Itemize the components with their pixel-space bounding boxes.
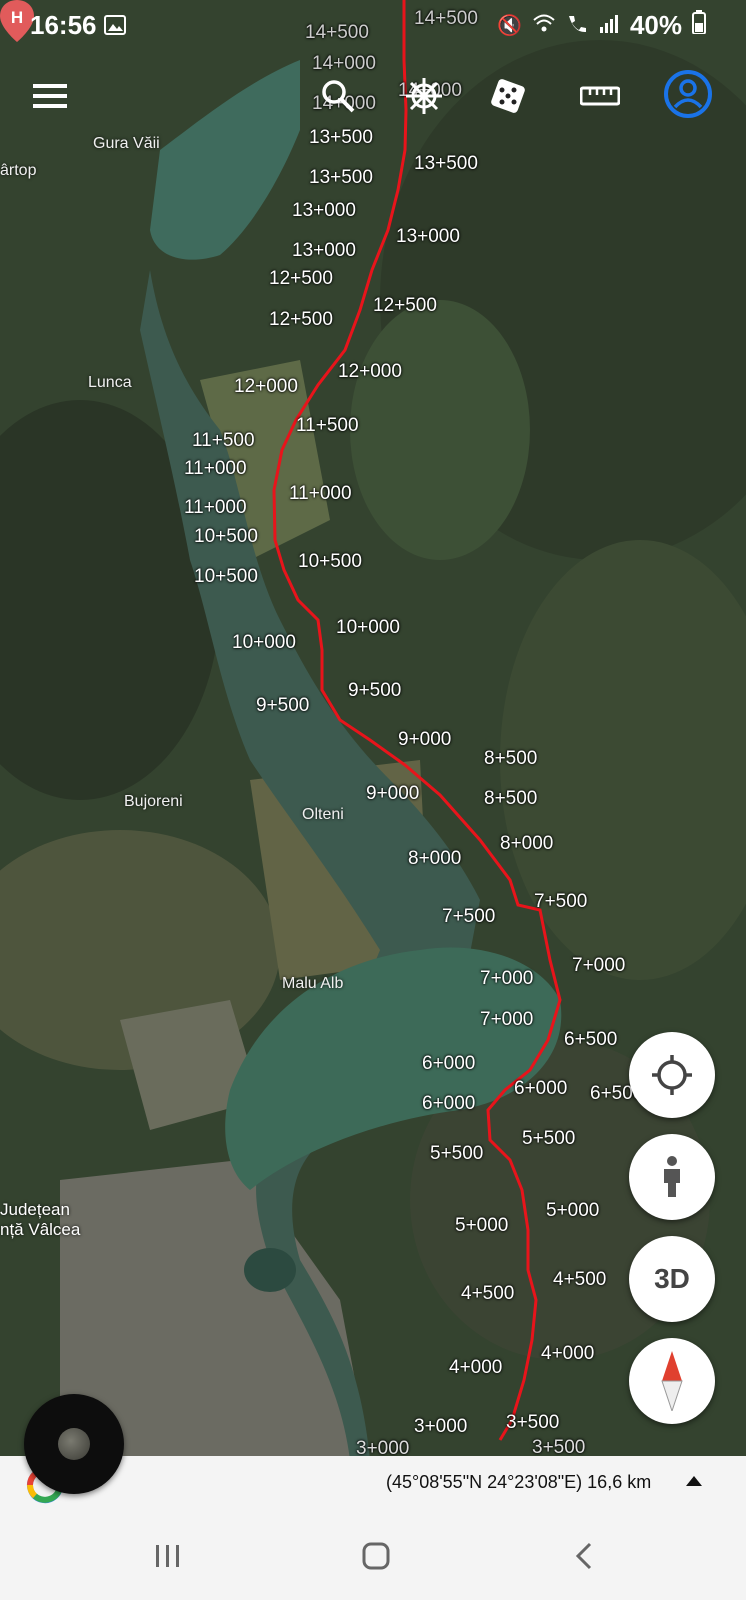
km-label: 5+000 bbox=[455, 1215, 509, 1236]
status-icons: 🔇 40% bbox=[497, 10, 706, 41]
km-label: 7+000 bbox=[480, 1009, 534, 1030]
expand-up-icon[interactable] bbox=[686, 1476, 702, 1486]
km-label: 13+000 bbox=[292, 240, 356, 261]
battery-text: 40% bbox=[629, 10, 682, 40]
km-label: 8+000 bbox=[500, 833, 554, 854]
km-label: 5+500 bbox=[522, 1128, 576, 1149]
coordinates-readout: (45°08'55"N 24°23'08"E) 16,6 km bbox=[386, 1472, 652, 1492]
mute-icon: 🔇 bbox=[497, 15, 522, 37]
km-label: 13+500 bbox=[414, 153, 478, 174]
km-label: 4+000 bbox=[449, 1357, 503, 1378]
km-label: 5+000 bbox=[546, 1200, 600, 1221]
km-label: 10+000 bbox=[336, 617, 400, 638]
dice-icon[interactable] bbox=[486, 74, 530, 118]
km-label: 10+000 bbox=[232, 632, 296, 653]
status-bar: 16:56 🔇 40% bbox=[0, 0, 746, 56]
km-label: 6+000 bbox=[422, 1093, 476, 1114]
km-label: 8+500 bbox=[484, 788, 538, 809]
ruler-icon[interactable] bbox=[578, 74, 622, 118]
ship-wheel-icon[interactable] bbox=[402, 74, 446, 118]
satellite-map[interactable]: 14+500 14+500 14+000 14+000 14+000 13+50… bbox=[0, 0, 746, 1460]
km-label: 7+000 bbox=[572, 955, 626, 976]
street-view-button[interactable] bbox=[629, 1134, 715, 1220]
signal-icon bbox=[598, 13, 620, 39]
navigation-joystick[interactable] bbox=[24, 1394, 124, 1494]
km-label: 4+500 bbox=[461, 1283, 515, 1304]
wifi-calling-icon bbox=[566, 13, 588, 39]
km-label: 12+500 bbox=[269, 309, 333, 330]
km-label: 13+500 bbox=[309, 167, 373, 188]
km-label: 10+500 bbox=[194, 566, 258, 587]
km-label: 10+500 bbox=[194, 526, 258, 547]
km-label: 9+000 bbox=[366, 783, 420, 804]
compass-button[interactable] bbox=[629, 1338, 715, 1424]
km-label: 12+000 bbox=[234, 376, 298, 397]
status-time: 16:56 bbox=[30, 10, 97, 40]
map-toolbar bbox=[0, 60, 746, 130]
km-label: 9+500 bbox=[256, 695, 310, 716]
km-label: 7+000 bbox=[480, 968, 534, 989]
account-icon[interactable] bbox=[662, 68, 714, 120]
km-label: 6+500 bbox=[564, 1029, 618, 1050]
km-label: 13+000 bbox=[396, 226, 460, 247]
km-label: 13+000 bbox=[292, 200, 356, 221]
km-label: 11+000 bbox=[184, 497, 247, 518]
km-label: 12+500 bbox=[269, 268, 333, 289]
person-icon bbox=[664, 1156, 680, 1197]
km-label: 12+500 bbox=[373, 295, 437, 316]
km-label: 12+000 bbox=[338, 361, 402, 382]
joystick-knob[interactable] bbox=[58, 1428, 90, 1460]
menu-icon[interactable] bbox=[28, 74, 72, 118]
system-nav-bar bbox=[0, 1512, 746, 1600]
hospital-label-line2: nță Vâlcea bbox=[0, 1220, 81, 1239]
km-label: 9+500 bbox=[348, 680, 402, 701]
km-label: 9+000 bbox=[398, 729, 452, 750]
map-imagery bbox=[0, 0, 746, 1460]
km-label: 11+500 bbox=[296, 415, 359, 436]
hospital-label: Județean nță Vâlcea bbox=[0, 1200, 80, 1240]
km-label: 11+000 bbox=[289, 483, 352, 504]
km-label: 3+500 bbox=[506, 1412, 560, 1433]
km-label: 7+500 bbox=[442, 906, 496, 927]
km-label: 6+000 bbox=[422, 1053, 476, 1074]
km-label: 10+500 bbox=[298, 551, 362, 572]
place-label: Malu Alb bbox=[282, 975, 344, 992]
home-icon[interactable] bbox=[356, 1538, 396, 1574]
km-label: 8+500 bbox=[484, 748, 538, 769]
km-label: 8+000 bbox=[408, 848, 462, 869]
km-label: 11+000 bbox=[184, 458, 247, 479]
back-icon[interactable] bbox=[564, 1538, 604, 1574]
place-label: Olteni bbox=[302, 806, 344, 823]
km-label: 4+000 bbox=[541, 1343, 595, 1364]
battery-icon bbox=[692, 10, 706, 41]
km-label: 4+500 bbox=[553, 1269, 607, 1290]
place-label: Lunca bbox=[88, 374, 132, 391]
km-label: 6+000 bbox=[514, 1078, 568, 1099]
hospital-label-line1: Județean bbox=[0, 1200, 70, 1219]
wifi-icon bbox=[532, 13, 556, 39]
km-label: 7+500 bbox=[534, 891, 588, 912]
compass-icon bbox=[661, 1351, 683, 1411]
km-label: 5+500 bbox=[430, 1143, 484, 1164]
km-label: 11+500 bbox=[192, 430, 255, 451]
place-label: Gura Văii bbox=[93, 135, 160, 152]
3d-label: 3D bbox=[654, 1263, 690, 1294]
crosshair-icon bbox=[652, 1055, 692, 1095]
place-label: Bujoreni bbox=[124, 793, 183, 810]
place-label: ârtop bbox=[0, 162, 37, 179]
3d-button[interactable]: 3D bbox=[629, 1236, 715, 1322]
recent-apps-icon[interactable] bbox=[148, 1538, 188, 1574]
km-label: 13+500 bbox=[309, 127, 373, 148]
km-label: 3+000 bbox=[414, 1416, 468, 1437]
my-location-button[interactable] bbox=[629, 1032, 715, 1118]
gallery-icon bbox=[104, 14, 126, 42]
search-icon[interactable] bbox=[316, 74, 360, 118]
